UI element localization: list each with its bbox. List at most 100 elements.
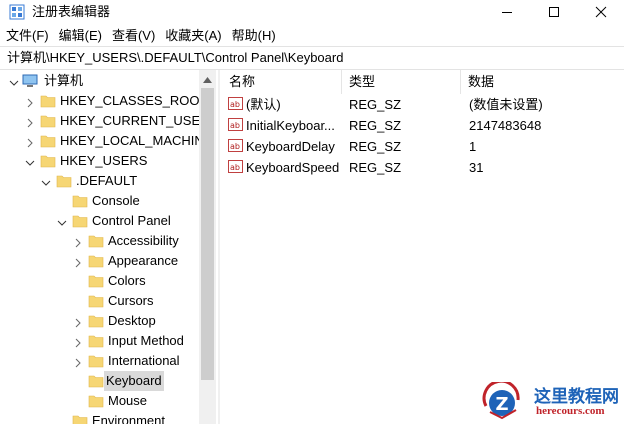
column-header-name[interactable]: 名称 bbox=[222, 70, 342, 94]
tree-item-environment[interactable]: Environment bbox=[0, 411, 199, 424]
chevron-right-icon[interactable] bbox=[72, 315, 84, 328]
value-row[interactable]: ab KeyboardSpeed REG_SZ 31 bbox=[222, 157, 624, 178]
tree-item-default[interactable]: .DEFAULT bbox=[0, 171, 199, 191]
menu-view[interactable]: 查看(V) bbox=[108, 26, 159, 46]
tree-item-computer[interactable]: 计算机 bbox=[0, 71, 199, 91]
svg-text:ab: ab bbox=[230, 121, 240, 130]
close-button[interactable] bbox=[578, 0, 624, 24]
address-path[interactable]: 计算机\HKEY_USERS\.DEFAULT\Control Panel\Ke… bbox=[7, 50, 343, 66]
menu-favorites[interactable]: 收藏夹(A) bbox=[161, 26, 225, 46]
folder-open-icon bbox=[40, 153, 56, 169]
tree-label: .DEFAULT bbox=[76, 173, 138, 188]
pane-splitter[interactable] bbox=[218, 70, 220, 424]
chevron-down-icon[interactable] bbox=[56, 215, 68, 227]
title-bar[interactable]: 注册表编辑器 bbox=[0, 0, 624, 24]
string-value-icon: ab bbox=[228, 117, 244, 133]
chevron-right-icon[interactable] bbox=[24, 115, 36, 128]
tree-item-hkey-users[interactable]: HKEY_USERS bbox=[0, 151, 199, 171]
chevron-right-icon[interactable] bbox=[72, 355, 84, 368]
value-data: 31 bbox=[469, 160, 484, 175]
tree-item-accessibility[interactable]: Accessibility bbox=[0, 231, 199, 251]
folder-icon bbox=[40, 93, 56, 109]
folder-icon bbox=[88, 333, 104, 349]
tree-item-input-method[interactable]: Input Method bbox=[0, 331, 199, 351]
value-data: 2147483648 bbox=[469, 118, 542, 133]
values-list[interactable]: 名称 类型 数据 ab (默认) REG_SZ (数值未设置) ab Initi… bbox=[222, 70, 624, 424]
folder-icon bbox=[88, 393, 104, 409]
maximize-button[interactable] bbox=[531, 0, 577, 24]
folder-icon bbox=[40, 113, 56, 129]
tree-item-colors[interactable]: Colors bbox=[0, 271, 199, 291]
svg-text:ab: ab bbox=[230, 100, 240, 109]
tree-item-console[interactable]: Console bbox=[0, 191, 199, 211]
chevron-right-icon[interactable] bbox=[72, 255, 84, 268]
chevron-down-icon[interactable] bbox=[24, 155, 36, 167]
chevron-down-icon[interactable] bbox=[40, 175, 52, 187]
tree-label: 计算机 bbox=[44, 73, 84, 88]
string-value-icon: ab bbox=[228, 96, 244, 112]
tree-item-hkey-current-user[interactable]: HKEY_CURRENT_USER bbox=[0, 111, 210, 131]
maximize-icon bbox=[548, 6, 560, 18]
folder-icon bbox=[88, 353, 104, 369]
tree-scrollbar[interactable] bbox=[199, 70, 216, 424]
address-bar[interactable]: 计算机\HKEY_USERS\.DEFAULT\Control Panel\Ke… bbox=[0, 46, 624, 70]
chevron-right-icon[interactable] bbox=[72, 335, 84, 348]
folder-icon bbox=[72, 413, 88, 424]
menu-help[interactable]: 帮助(H) bbox=[228, 26, 280, 46]
tree-label: Appearance bbox=[108, 253, 179, 268]
tree-label: Desktop bbox=[108, 313, 156, 328]
tree-label: HKEY_LOCAL_MACHINE bbox=[60, 133, 213, 148]
chevron-right-icon[interactable] bbox=[72, 235, 84, 248]
tree-label: Colors bbox=[108, 273, 146, 288]
tree-label: Cursors bbox=[108, 293, 154, 308]
value-type: REG_SZ bbox=[349, 160, 402, 175]
tree-pane[interactable]: 计算机 HKEY_CLASSES_ROOT HKEY_CURRENT_USER bbox=[0, 70, 216, 424]
tree-label: Console bbox=[92, 193, 140, 208]
value-name: KeyboardDelay bbox=[246, 139, 335, 154]
tree-item-hkey-local-machine[interactable]: HKEY_LOCAL_MACHINE bbox=[0, 131, 212, 151]
tree-label-selected: Keyboard bbox=[104, 371, 164, 391]
svg-text:Z: Z bbox=[495, 394, 508, 415]
scroll-thumb[interactable] bbox=[201, 88, 214, 380]
watermark-logo-icon: Z bbox=[482, 379, 522, 422]
column-header-type[interactable]: 类型 bbox=[342, 70, 461, 94]
chevron-right-icon[interactable] bbox=[24, 95, 36, 108]
svg-text:ab: ab bbox=[230, 163, 240, 172]
menu-file[interactable]: 文件(F) bbox=[2, 26, 53, 46]
menu-bar: 文件(F) 编辑(E) 查看(V) 收藏夹(A) 帮助(H) bbox=[0, 26, 624, 46]
list-header: 名称 类型 数据 bbox=[222, 70, 624, 94]
tree-label: Environment bbox=[92, 413, 165, 424]
tree-item-international[interactable]: International bbox=[0, 351, 199, 371]
tree-item-mouse[interactable]: Mouse bbox=[0, 391, 199, 411]
minimize-button[interactable] bbox=[484, 0, 530, 24]
value-data: 1 bbox=[469, 139, 477, 154]
folder-icon bbox=[88, 233, 104, 249]
chevron-right-icon[interactable] bbox=[24, 135, 36, 148]
tree-item-cursors[interactable]: Cursors bbox=[0, 291, 199, 311]
tree-label: HKEY_USERS bbox=[60, 153, 148, 168]
value-row[interactable]: ab InitialKeyboar... REG_SZ 2147483648 bbox=[222, 115, 624, 136]
value-type: REG_SZ bbox=[349, 97, 402, 112]
menu-edit[interactable]: 编辑(E) bbox=[55, 26, 106, 46]
value-type: REG_SZ bbox=[349, 139, 402, 154]
registry-editor-icon bbox=[9, 4, 25, 20]
value-row[interactable]: ab KeyboardDelay REG_SZ 1 bbox=[222, 136, 624, 157]
chevron-down-icon[interactable] bbox=[8, 75, 20, 87]
tree-item-control-panel[interactable]: Control Panel bbox=[0, 211, 199, 231]
value-row[interactable]: ab (默认) REG_SZ (数值未设置) bbox=[222, 94, 624, 115]
chevron-up-icon bbox=[203, 71, 212, 86]
tree-label: Mouse bbox=[108, 393, 148, 408]
folder-icon bbox=[40, 133, 56, 149]
folder-icon bbox=[88, 293, 104, 309]
scroll-up-button[interactable] bbox=[199, 70, 216, 87]
close-icon bbox=[595, 6, 607, 18]
tree-item-appearance[interactable]: Appearance bbox=[0, 251, 199, 271]
value-type: REG_SZ bbox=[349, 118, 402, 133]
folder-icon bbox=[88, 253, 104, 269]
string-value-icon: ab bbox=[228, 159, 244, 175]
column-header-data[interactable]: 数据 bbox=[461, 70, 624, 94]
tree-item-desktop[interactable]: Desktop bbox=[0, 311, 199, 331]
tree-item-hkey-classes-root[interactable]: HKEY_CLASSES_ROOT bbox=[0, 91, 207, 111]
string-value-icon: ab bbox=[228, 138, 244, 154]
tree-item-keyboard[interactable]: Keyboard bbox=[0, 371, 199, 391]
